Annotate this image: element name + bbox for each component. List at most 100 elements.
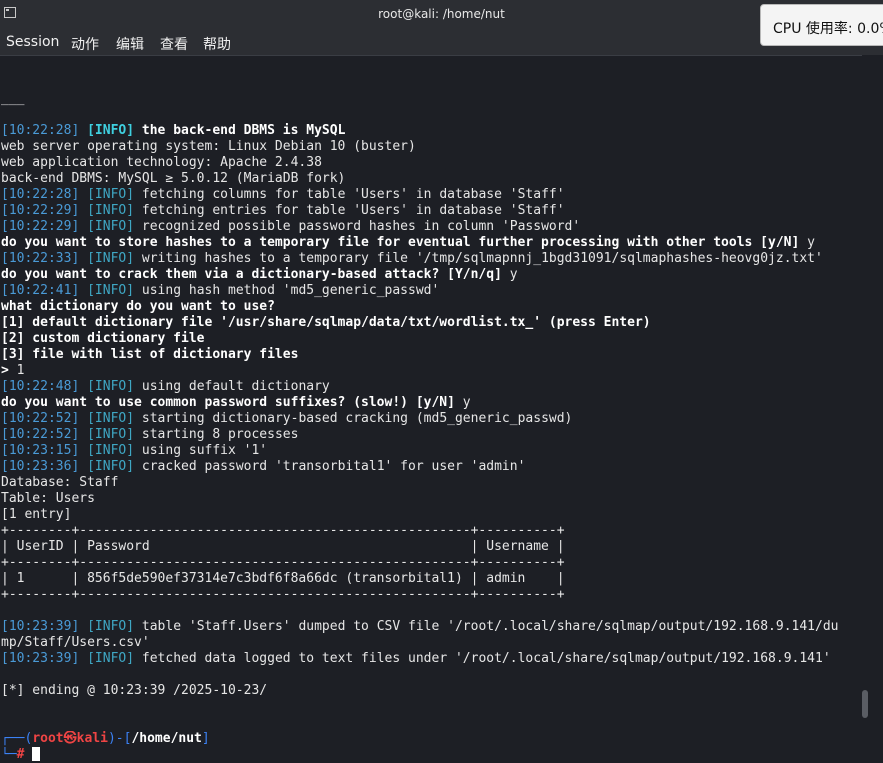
timestamp: [10:22:41] (1, 283, 80, 298)
timestamp: [10:22:52] (1, 411, 80, 426)
prompt-question: [2] custom dictionary file (1, 331, 205, 346)
info-tag: [INFO] (87, 443, 135, 458)
terminal-scrollbar[interactable] (862, 690, 868, 718)
info-tag: [INFO] (87, 283, 135, 298)
user-answer: y (501, 267, 518, 282)
log-message: using suffix '1' (134, 443, 268, 458)
terminal-line: [10:22:48] [INFO] using default dictiona… (1, 379, 861, 395)
prompt-frame: )-[ (107, 731, 132, 746)
prompt-frame: └─ (1, 747, 17, 762)
terminal-line: [10:23:36] [INFO] cracked password 'tran… (1, 459, 861, 475)
user-answer: y (454, 395, 471, 410)
log-message: table 'Staff.Users' dumped to CSV file '… (134, 619, 839, 634)
cpu-usage-text: CPU 使用率: 0.0% (773, 21, 883, 37)
menu-bar: Session 动作 编辑 查看 帮助 (0, 30, 883, 55)
menu-session[interactable]: Session (6, 34, 59, 50)
menu-edit[interactable]: 编辑 (116, 34, 144, 54)
shell-prompt-line-2: └─# (1, 747, 861, 763)
terminal-line: [2] custom dictionary file (1, 331, 861, 347)
log-message: using hash method 'md5_generic_passwd' (134, 283, 440, 298)
info-tag: [INFO] (87, 379, 135, 394)
output-text: Database: Staff (1, 475, 119, 490)
prompt-question: do you want to crack them via a dictiona… (1, 267, 502, 282)
log-message: using default dictionary (134, 379, 330, 394)
output-text: [1 entry] (1, 507, 72, 522)
timestamp: [10:23:15] (1, 443, 80, 458)
info-tag: [INFO] (87, 251, 135, 266)
terminal-line: [10:22:28] [INFO] fetching columns for t… (1, 187, 861, 203)
terminal-line: mp/Staff/Users.csv' (1, 635, 861, 651)
prompt-symbol: # (16, 747, 25, 762)
terminal-line: do you want to use common password suffi… (1, 395, 861, 411)
table-row: +--------+------------------------------… (1, 523, 565, 538)
terminal-line: [1] default dictionary file '/usr/share/… (1, 315, 861, 331)
timestamp: [10:22:28] (1, 187, 80, 202)
terminal-line: do you want to store hashes to a tempora… (1, 235, 861, 251)
cpu-usage-tooltip: CPU 使用率: 0.0% (760, 4, 883, 46)
output-text: mp/Staff/Users.csv' (1, 635, 150, 650)
prompt-frame: ] (201, 731, 210, 746)
prompt-question: [3] file with list of dictionary files (1, 347, 299, 362)
log-message: fetched data logged to text files under … (134, 651, 831, 666)
table-row: +--------+------------------------------… (1, 587, 565, 602)
terminal-line: what dictionary do you want to use? (1, 299, 861, 315)
terminal-line: [*] ending @ 10:23:39 /2025-10-23/ (1, 683, 861, 699)
terminal-line: back-end DBMS: MySQL ≥ 5.0.12 (MariaDB f… (1, 171, 861, 187)
terminal-line: [10:22:33] [INFO] writing hashes to a te… (1, 251, 861, 267)
terminal-line: [10:22:28] [INFO] the back-end DBMS is M… (1, 123, 861, 139)
info-tag: [INFO] (87, 427, 135, 442)
terminal-line: [3] file with list of dictionary files (1, 347, 861, 363)
prompt-user: root (32, 731, 64, 746)
terminal-line: [10:22:29] [INFO] fetching entries for t… (1, 203, 861, 219)
log-message: recognized possible password hashes in c… (134, 219, 581, 234)
log-message: cracked password 'transorbital1' for use… (134, 459, 526, 474)
info-tag: [INFO] (87, 187, 135, 202)
prompt-question: > (1, 363, 9, 378)
info-tag: [INFO] (87, 459, 135, 474)
log-message: fetching entries for table 'Users' in da… (134, 203, 565, 218)
user-answer: 1 (8, 363, 25, 378)
prompt-question: do you want to use common password suffi… (1, 395, 455, 410)
text-cursor[interactable] (32, 747, 41, 761)
prompt-question: do you want to store hashes to a tempora… (1, 235, 800, 250)
output-text: web application technology: Apache 2.4.3… (1, 155, 322, 170)
terminal-line: +--------+------------------------------… (1, 523, 861, 539)
terminal-line: [10:23:39] [INFO] table 'Staff.Users' du… (1, 619, 861, 635)
table-row: | UserID | Password | Username | (1, 539, 565, 554)
terminal-line: +--------+------------------------------… (1, 587, 861, 603)
info-tag: [INFO] (87, 123, 135, 138)
terminal-line: | UserID | Password | Username | (1, 539, 861, 555)
timestamp: [10:22:28] (1, 123, 80, 138)
info-tag: [INFO] (87, 619, 135, 634)
menu-actions[interactable]: 动作 (71, 34, 99, 54)
timestamp: [10:22:48] (1, 379, 80, 394)
menu-help[interactable]: 帮助 (203, 34, 231, 54)
table-row: +--------+------------------------------… (1, 555, 565, 570)
info-tag: [INFO] (87, 219, 135, 234)
terminal-line: [10:23:15] [INFO] using suffix '1' (1, 443, 861, 459)
prompt-question: what dictionary do you want to use? (1, 299, 275, 314)
prompt-host: kali (76, 731, 108, 746)
menu-view[interactable]: 查看 (160, 34, 188, 54)
terminal-line: Database: Staff (1, 475, 861, 491)
log-message: fetching columns for table 'Users' in da… (134, 187, 565, 202)
timestamp: [10:22:29] (1, 203, 80, 218)
terminal-line: do you want to crack them via a dictiona… (1, 267, 861, 283)
output-text: back-end DBMS: MySQL ≥ 5.0.12 (MariaDB f… (1, 171, 346, 186)
prompt-frame: ┌──( (1, 731, 33, 746)
terminal-output[interactable]: ___ [10:22:28] [INFO] the back-end DBMS … (1, 59, 861, 762)
table-row: | 1 | 856f5de590ef37314e7c3bdf6f8a66dc (… (1, 571, 565, 586)
output-text: web server operating system: Linux Debia… (1, 139, 416, 154)
shell-prompt-line-1: ┌──(root㉿kali)-[/home/nut] (1, 731, 861, 747)
terminal-top-border (0, 55, 862, 56)
timestamp: [10:23:36] (1, 459, 80, 474)
output-text: Table: Users (1, 491, 95, 506)
log-message: writing hashes to a temporary file '/tmp… (134, 251, 823, 266)
timestamp: [10:22:33] (1, 251, 80, 266)
output-text: [*] ending @ 10:23:39 /2025-10-23/ (1, 683, 268, 698)
title-bar: root@kali: /home/nut (0, 0, 883, 30)
